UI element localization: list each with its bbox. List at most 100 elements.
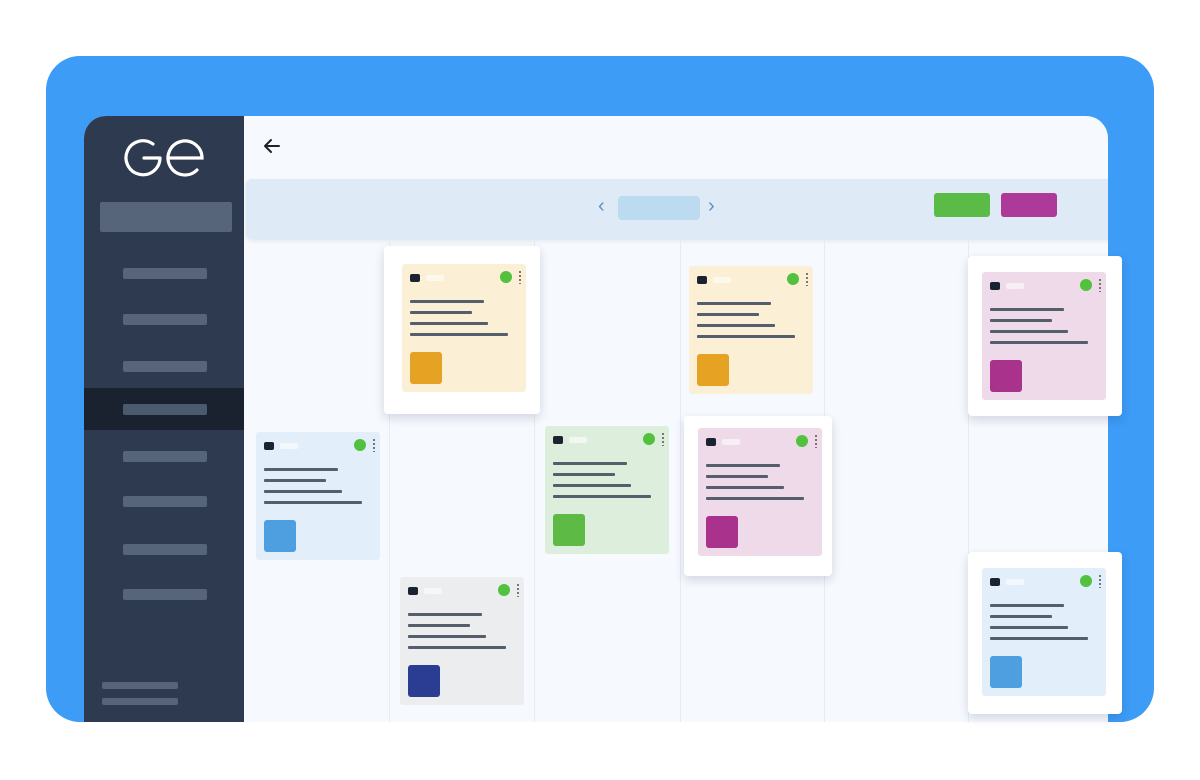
sidebar-item-7[interactable] xyxy=(84,528,244,570)
card-text-line xyxy=(264,490,342,493)
card-text-line xyxy=(990,330,1068,333)
card-text-line xyxy=(410,300,484,303)
sidebar-item-1[interactable] xyxy=(84,252,244,294)
green-action-button[interactable] xyxy=(934,193,990,217)
status-dot-icon xyxy=(787,273,799,285)
task-card[interactable] xyxy=(400,577,524,705)
card-author-name xyxy=(280,443,298,449)
chevron-right-icon[interactable]: › xyxy=(708,195,715,218)
sidebar-item-label xyxy=(123,544,207,555)
card-author-name xyxy=(722,439,740,445)
status-dot-icon xyxy=(1080,279,1092,291)
app-window: ‹ › xyxy=(84,116,1108,722)
sidebar-item-label xyxy=(123,404,207,415)
card-text-line xyxy=(264,501,362,504)
chevron-left-icon[interactable]: ‹ xyxy=(598,195,605,218)
task-card[interactable] xyxy=(689,266,813,394)
kebab-menu-icon[interactable] xyxy=(517,583,519,597)
sidebar xyxy=(84,116,244,722)
workspace-selector[interactable] xyxy=(100,202,232,232)
sidebar-item-label xyxy=(123,589,207,600)
card-category-swatch xyxy=(990,656,1022,688)
avatar-icon xyxy=(264,442,274,450)
card-text-line xyxy=(408,613,482,616)
kebab-menu-icon[interactable] xyxy=(806,272,808,286)
kebab-menu-icon[interactable] xyxy=(662,432,664,446)
card-category-swatch xyxy=(706,516,738,548)
avatar-icon xyxy=(706,438,716,446)
avatar-icon xyxy=(990,282,1000,290)
card-text-line xyxy=(410,333,508,336)
card-category-swatch xyxy=(553,514,585,546)
card-author-name xyxy=(569,437,587,443)
calendar-toolbar: ‹ › xyxy=(246,179,1108,239)
status-dot-icon xyxy=(796,435,808,447)
sidebar-item-2[interactable] xyxy=(84,298,244,340)
status-dot-icon xyxy=(354,439,366,451)
card-text-line xyxy=(990,637,1088,640)
sidebar-item-4-active[interactable] xyxy=(84,388,244,430)
card-text-line xyxy=(706,464,780,467)
avatar-icon xyxy=(697,276,707,284)
status-dot-icon xyxy=(498,584,510,596)
kebab-menu-icon[interactable] xyxy=(1099,278,1101,292)
card-category-swatch xyxy=(990,360,1022,392)
sidebar-item-8[interactable] xyxy=(84,573,244,615)
card-text-line xyxy=(990,615,1052,618)
sidebar-footer-line xyxy=(102,682,178,689)
avatar-icon xyxy=(410,274,420,282)
task-card[interactable] xyxy=(982,272,1106,400)
card-text-line xyxy=(697,302,771,305)
card-author-name xyxy=(1006,579,1024,585)
avatar-icon xyxy=(990,578,1000,586)
card-text-line xyxy=(990,626,1068,629)
card-text-line xyxy=(990,604,1064,607)
card-text-line xyxy=(706,486,784,489)
card-text-line xyxy=(408,635,486,638)
sidebar-item-label xyxy=(123,451,207,462)
card-text-line xyxy=(408,646,506,649)
card-text-line xyxy=(264,468,338,471)
column-divider xyxy=(680,240,681,722)
avatar-icon xyxy=(553,436,563,444)
sidebar-item-6[interactable] xyxy=(84,480,244,522)
task-card[interactable] xyxy=(402,264,526,392)
card-text-line xyxy=(408,624,470,627)
card-text-line xyxy=(553,484,631,487)
card-author-name xyxy=(1006,283,1024,289)
arrow-left-icon[interactable] xyxy=(260,134,284,158)
card-text-line xyxy=(553,473,615,476)
sidebar-item-label xyxy=(123,361,207,372)
card-text-line xyxy=(410,322,488,325)
kebab-menu-icon[interactable] xyxy=(519,270,521,284)
card-author-name xyxy=(426,275,444,281)
card-category-swatch xyxy=(264,520,296,552)
card-category-swatch xyxy=(408,665,440,697)
task-card[interactable] xyxy=(698,428,822,556)
status-dot-icon xyxy=(500,271,512,283)
card-text-line xyxy=(553,495,651,498)
task-card[interactable] xyxy=(982,568,1106,696)
card-text-line xyxy=(697,335,795,338)
card-author-name xyxy=(424,588,442,594)
magenta-action-button[interactable] xyxy=(1001,193,1057,217)
card-text-line xyxy=(410,311,472,314)
card-text-line xyxy=(990,319,1052,322)
task-card[interactable] xyxy=(545,426,669,554)
card-text-line xyxy=(706,497,804,500)
sidebar-item-3[interactable] xyxy=(84,345,244,387)
kebab-menu-icon[interactable] xyxy=(1099,574,1101,588)
card-text-line xyxy=(553,462,627,465)
sidebar-item-label xyxy=(123,314,207,325)
date-range-selector[interactable] xyxy=(618,196,700,220)
task-card[interactable] xyxy=(256,432,380,560)
card-text-line xyxy=(264,479,326,482)
card-text-line xyxy=(990,308,1064,311)
card-text-line xyxy=(706,475,768,478)
sidebar-item-5[interactable] xyxy=(84,435,244,477)
sidebar-footer-line xyxy=(102,698,178,705)
card-text-line xyxy=(697,324,775,327)
ge-logo xyxy=(124,139,204,177)
kebab-menu-icon[interactable] xyxy=(815,434,817,448)
kebab-menu-icon[interactable] xyxy=(373,438,375,452)
